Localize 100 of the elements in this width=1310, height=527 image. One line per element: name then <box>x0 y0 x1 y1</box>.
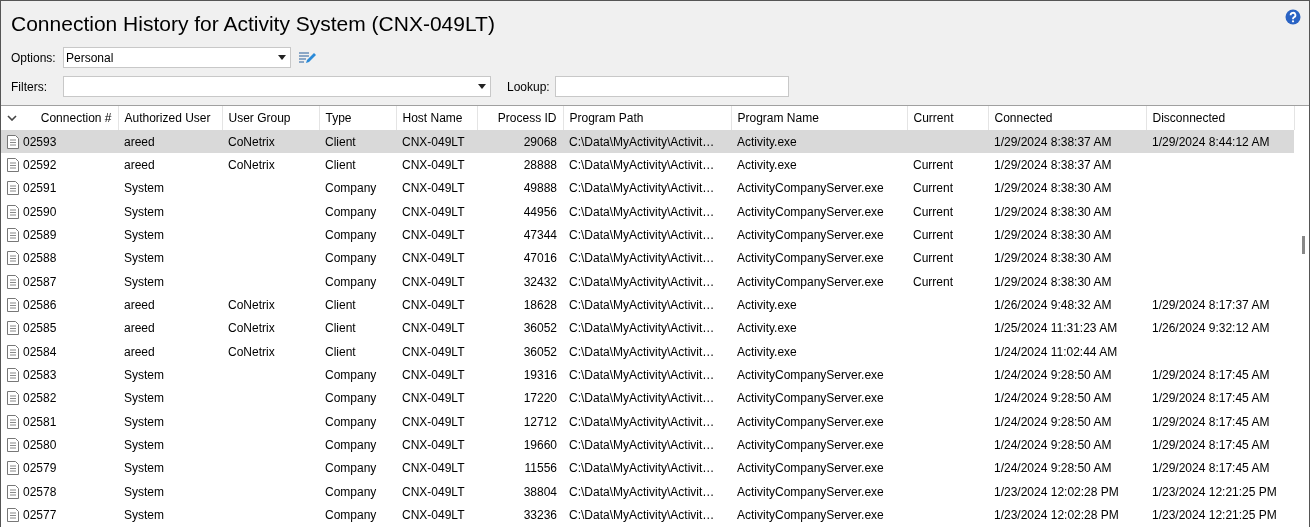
table-cell: Client <box>319 153 396 177</box>
table-cell-text: ActivityCompanyServer.exe <box>736 227 885 245</box>
table-cell-text: 11556 <box>523 460 558 478</box>
table-cell-text: C:\Data\MyActivity\Activit… <box>568 367 716 385</box>
table-cell-text: Company <box>324 227 378 245</box>
table-cell-text: ActivityCompanyServer.exe <box>736 390 885 408</box>
table-cell-text: 47344 <box>522 227 558 245</box>
table-cell-text: Current <box>912 227 954 245</box>
table-cell-text: 1/29/2024 8:17:45 AM <box>1151 437 1271 455</box>
table-cell-text: System <box>123 180 165 198</box>
table-cell-text: CoNetrix <box>227 320 276 338</box>
table-cell-text: 02578 <box>23 483 57 501</box>
table-cell-text: System <box>123 437 165 455</box>
table-cell-text: 19660 <box>522 437 558 455</box>
caret-icon <box>478 84 486 89</box>
table-cell-text: 02581 <box>23 413 57 431</box>
table-cell: CoNetrix <box>222 153 319 177</box>
document-icon <box>7 298 19 313</box>
table-cell-text: 1/24/2024 9:28:50 AM <box>993 390 1113 408</box>
table-cell-text: areed <box>123 343 156 361</box>
table-cell-text: C:\Data\MyActivity\Activit… <box>568 320 716 338</box>
filters-dropdown[interactable] <box>63 76 491 97</box>
table-cell-text: 18628 <box>522 297 558 315</box>
table-cell-text: 38804 <box>522 483 558 501</box>
table-cell-text: Company <box>324 250 378 268</box>
document-icon <box>7 274 19 289</box>
table-cell-text: Company <box>324 483 378 501</box>
table-cell-text: 1/29/2024 8:38:30 AM <box>993 250 1113 268</box>
table-cell: Current <box>907 153 988 177</box>
table-cell: CoNetrix <box>222 130 319 154</box>
table-cell-text: System <box>123 390 165 408</box>
table-cell-text: 1/26/2024 9:32:12 AM <box>1151 320 1271 338</box>
table-cell: C:\Data\MyActivity\Activit… <box>563 153 731 177</box>
table-cell-text: CNX-049LT <box>401 180 466 198</box>
table-cell-text: ActivityCompanyServer.exe <box>736 483 885 501</box>
document-icon <box>7 228 19 243</box>
table-cell-text: 1/23/2024 12:02:28 PM <box>993 507 1120 525</box>
table-cell-text: 02582 <box>23 390 57 408</box>
table-cell-text: 02583 <box>23 367 57 385</box>
table-cell-text: 1/25/2024 11:31:23 AM <box>993 320 1119 338</box>
page-title: Connection History for Activity System (CNX-049LT) <box>11 11 495 37</box>
table-cell-text: CNX-049LT <box>401 437 466 455</box>
document-icon <box>7 484 19 499</box>
table-cell-text: CNX-049LT <box>401 507 466 525</box>
document-icon <box>7 158 19 172</box>
table-cell-text: 36052 <box>522 343 558 361</box>
document-icon <box>7 438 19 453</box>
table-cell-text: 02584 <box>23 343 57 361</box>
table-cell-text: areed <box>123 297 156 315</box>
table-cell-text: areed <box>123 320 156 338</box>
table-cell-text: 1/29/2024 8:17:45 AM <box>1151 413 1271 431</box>
table-cell-text: 33236 <box>522 507 558 525</box>
document-icon <box>7 391 19 406</box>
table-cell-text: System <box>123 250 165 268</box>
table-cell-text: 02586 <box>23 297 57 315</box>
table-cell-text: 02579 <box>23 460 57 478</box>
edit-icon[interactable] <box>299 50 317 65</box>
table-cell-text: 02592 <box>23 157 57 174</box>
table-cell-text: 36052 <box>522 320 558 338</box>
table-cell-text: Client <box>324 297 357 315</box>
table-cell-text: C:\Data\MyActivity\Activit… <box>568 227 716 245</box>
table-cell-text: 1/29/2024 8:38:30 AM <box>993 227 1113 245</box>
table-cell-text: Current <box>912 203 954 221</box>
table-cell-text: 1/24/2024 9:28:50 AM <box>993 460 1113 478</box>
table-cell-text: C:\Data\MyActivity\Activit… <box>568 507 716 525</box>
table-cell-text: System <box>123 507 165 525</box>
table-cell: 1/29/2024 8:44:12 AM <box>1146 130 1294 154</box>
table-cell-text: 32432 <box>522 273 558 291</box>
table-cell-text: 02588 <box>23 250 57 268</box>
table-cell-text: ActivityCompanyServer.exe <box>736 460 885 478</box>
help-icon[interactable] <box>1285 9 1301 25</box>
table-cell: 1/29/2024 8:38:37 AM <box>988 153 1146 177</box>
table-cell: CNX-049LT <box>396 130 477 154</box>
table-cell-text: Company <box>324 413 378 431</box>
column-header[interactable]: Connection # <box>40 109 112 127</box>
table-cell-text: C:\Data\MyActivity\Activit… <box>568 180 716 198</box>
table-cell-text: Company <box>324 390 378 408</box>
table-cell-text: 1/24/2024 9:28:50 AM <box>993 367 1113 385</box>
table-cell-text: 02593 <box>23 133 57 151</box>
table-cell-text: C:\Data\MyActivity\Activit… <box>568 483 716 501</box>
table-cell-text: 49888 <box>522 180 558 198</box>
table-cell-text: CNX-049LT <box>401 367 466 385</box>
table-cell-text: 02585 <box>23 320 57 338</box>
table-cell-text: ActivityCompanyServer.exe <box>736 413 885 431</box>
table-cell-text: Company <box>324 367 378 385</box>
table-cell-text: System <box>123 367 165 385</box>
table-cell-text: C:\Data\MyActivity\Activit… <box>568 273 716 291</box>
table-cell-text: Company <box>324 507 378 525</box>
table-cell-text: 1/24/2024 9:28:50 AM <box>993 437 1113 455</box>
table-cell-text: Company <box>324 273 378 291</box>
table-cell-text: 1/24/2024 9:28:50 AM <box>993 413 1113 431</box>
table-cell-text: 02591 <box>23 180 57 198</box>
table-cell-text: C:\Data\MyActivity\Activit… <box>568 250 716 268</box>
document-icon <box>7 508 19 523</box>
table-cell: 1/29/2024 8:38:37 AM <box>988 130 1146 154</box>
table-cell-text: Company <box>324 437 378 455</box>
options-dropdown[interactable]: Personal <box>63 47 291 68</box>
chevron-icon[interactable] <box>7 115 17 121</box>
lookup-field[interactable] <box>555 76 789 97</box>
table-cell-text: Company <box>324 460 378 478</box>
